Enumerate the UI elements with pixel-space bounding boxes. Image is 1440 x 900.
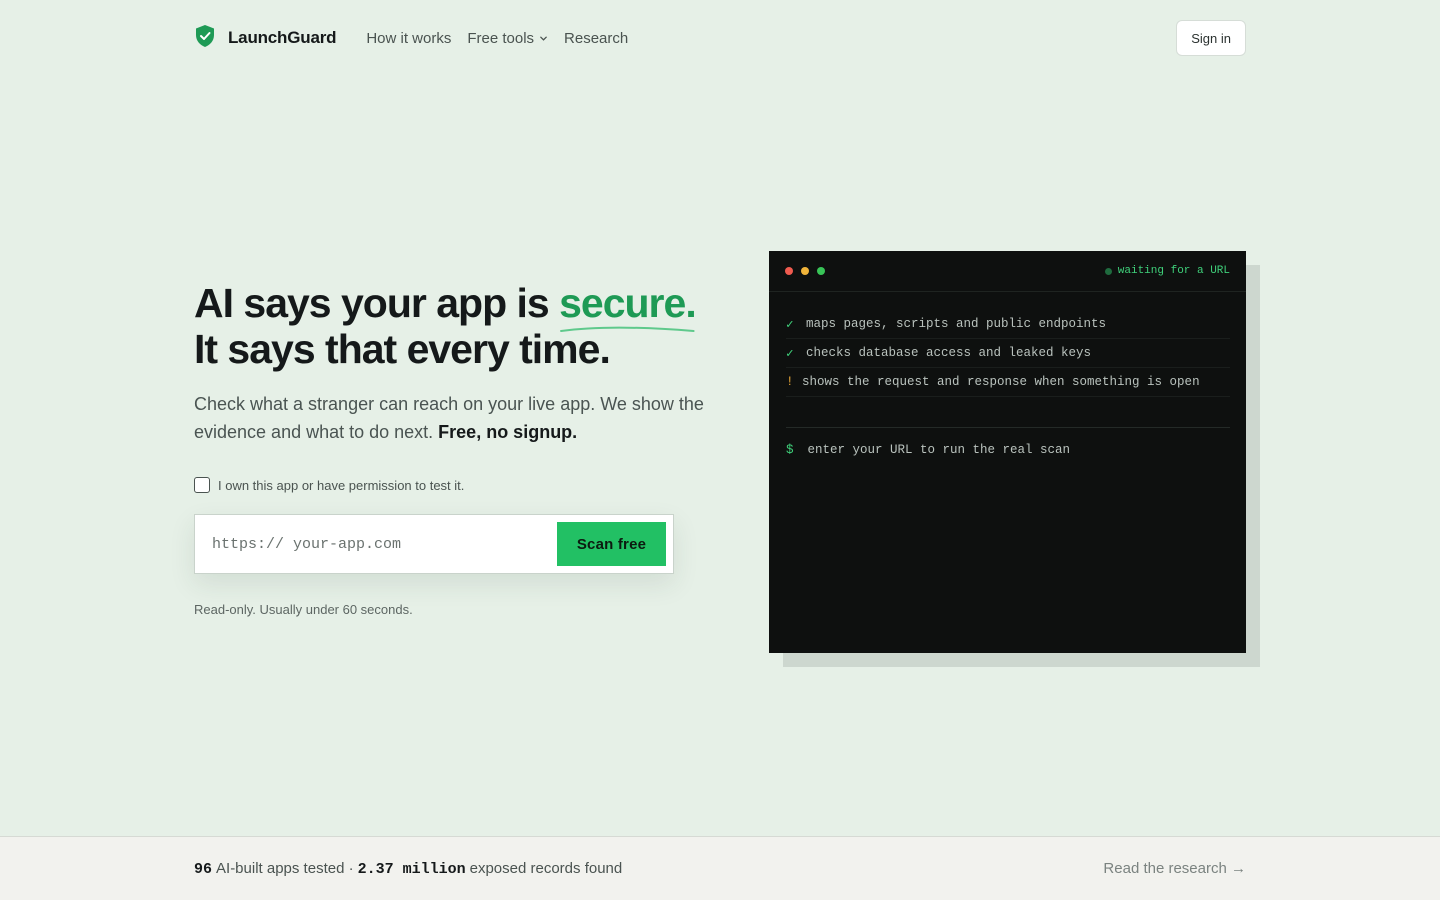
records-count: 2.37 million (357, 860, 466, 878)
nav-link-how-it-works[interactable]: How it works (366, 30, 451, 47)
stats-bar: 96 AI-built apps tested · 2.37 million e… (0, 836, 1440, 900)
hero-title-line2: It says that every time. (194, 326, 611, 372)
terminal-status: waiting for a URL (1104, 265, 1230, 277)
read-research-link[interactable]: Read the research → (1103, 860, 1246, 877)
scan-form: Scan free (194, 514, 674, 574)
terminal-line-text: shows the request and response when some… (802, 375, 1200, 389)
window-maximize-dot-icon (817, 267, 825, 275)
check-icon: ✓ (786, 347, 794, 361)
status-dot-icon (1104, 267, 1112, 275)
hero-title-accent: secure. (559, 280, 697, 332)
scan-free-button[interactable]: Scan free (557, 522, 666, 566)
permission-checkbox[interactable] (194, 477, 210, 493)
terminal-preview: waiting for a URL ✓ maps pages, scripts … (769, 251, 1246, 653)
prompt-symbol: $ (786, 443, 794, 457)
stats-summary: 96 AI-built apps tested · 2.37 million e… (194, 860, 622, 878)
apps-tested-label: AI-built apps tested · (216, 859, 354, 877)
underline-squiggle-icon (560, 326, 695, 332)
hero-subtitle-strong: Free, no signup. (438, 422, 578, 442)
permission-label: I own this app or have permission to tes… (218, 477, 465, 493)
terminal-line-text: maps pages, scripts and public endpoints (806, 317, 1107, 331)
terminal-body: ✓ maps pages, scripts and public endpoin… (769, 292, 1246, 457)
chevron-down-icon (540, 36, 547, 41)
terminal-line: ! shows the request and response when so… (786, 368, 1230, 397)
apps-tested-count: 96 (194, 860, 213, 878)
window-minimize-dot-icon (801, 267, 809, 275)
hero-subtitle: Check what a stranger can reach on your … (194, 390, 724, 446)
terminal-line-text: checks database access and leaked keys (806, 346, 1092, 360)
top-nav: LaunchGuard How it works Free tools Rese… (194, 20, 1246, 56)
terminal-line: ✓ checks database access and leaked keys (786, 339, 1230, 368)
prompt-text: enter your URL to run the real scan (807, 443, 1071, 457)
scan-note: Read-only. Usually under 60 seconds. (194, 602, 413, 617)
sign-in-button[interactable]: Sign in (1176, 20, 1246, 56)
permission-checkbox-row[interactable]: I own this app or have permission to tes… (194, 477, 464, 493)
check-icon: ✓ (786, 318, 794, 332)
hero-title: AI says your app is secure. It says that… (194, 280, 734, 372)
nav-link-free-tools[interactable]: Free tools (467, 30, 548, 47)
brand-logo[interactable]: LaunchGuard (194, 24, 337, 53)
nav-links: How it works Free tools Research (366, 30, 628, 47)
terminal-header: waiting for a URL (769, 251, 1246, 292)
hero-title-accent-text: secure. (559, 280, 697, 326)
nav-link-research[interactable]: Research (564, 30, 628, 47)
records-label: exposed records found (469, 859, 623, 877)
hero-title-start: AI says your app is (194, 280, 560, 326)
terminal-prompt: $ enter your URL to run the real scan (786, 443, 1230, 457)
url-input[interactable] (212, 535, 557, 553)
terminal-divider (786, 427, 1230, 428)
warning-icon: ! (786, 375, 794, 389)
terminal-line: ✓ maps pages, scripts and public endpoin… (786, 310, 1230, 339)
shield-check-icon (194, 24, 216, 53)
brand-name: LaunchGuard (228, 28, 337, 47)
window-close-dot-icon (785, 267, 793, 275)
nav-link-label: Free tools (467, 29, 535, 47)
terminal-status-text: waiting for a URL (1117, 265, 1230, 277)
